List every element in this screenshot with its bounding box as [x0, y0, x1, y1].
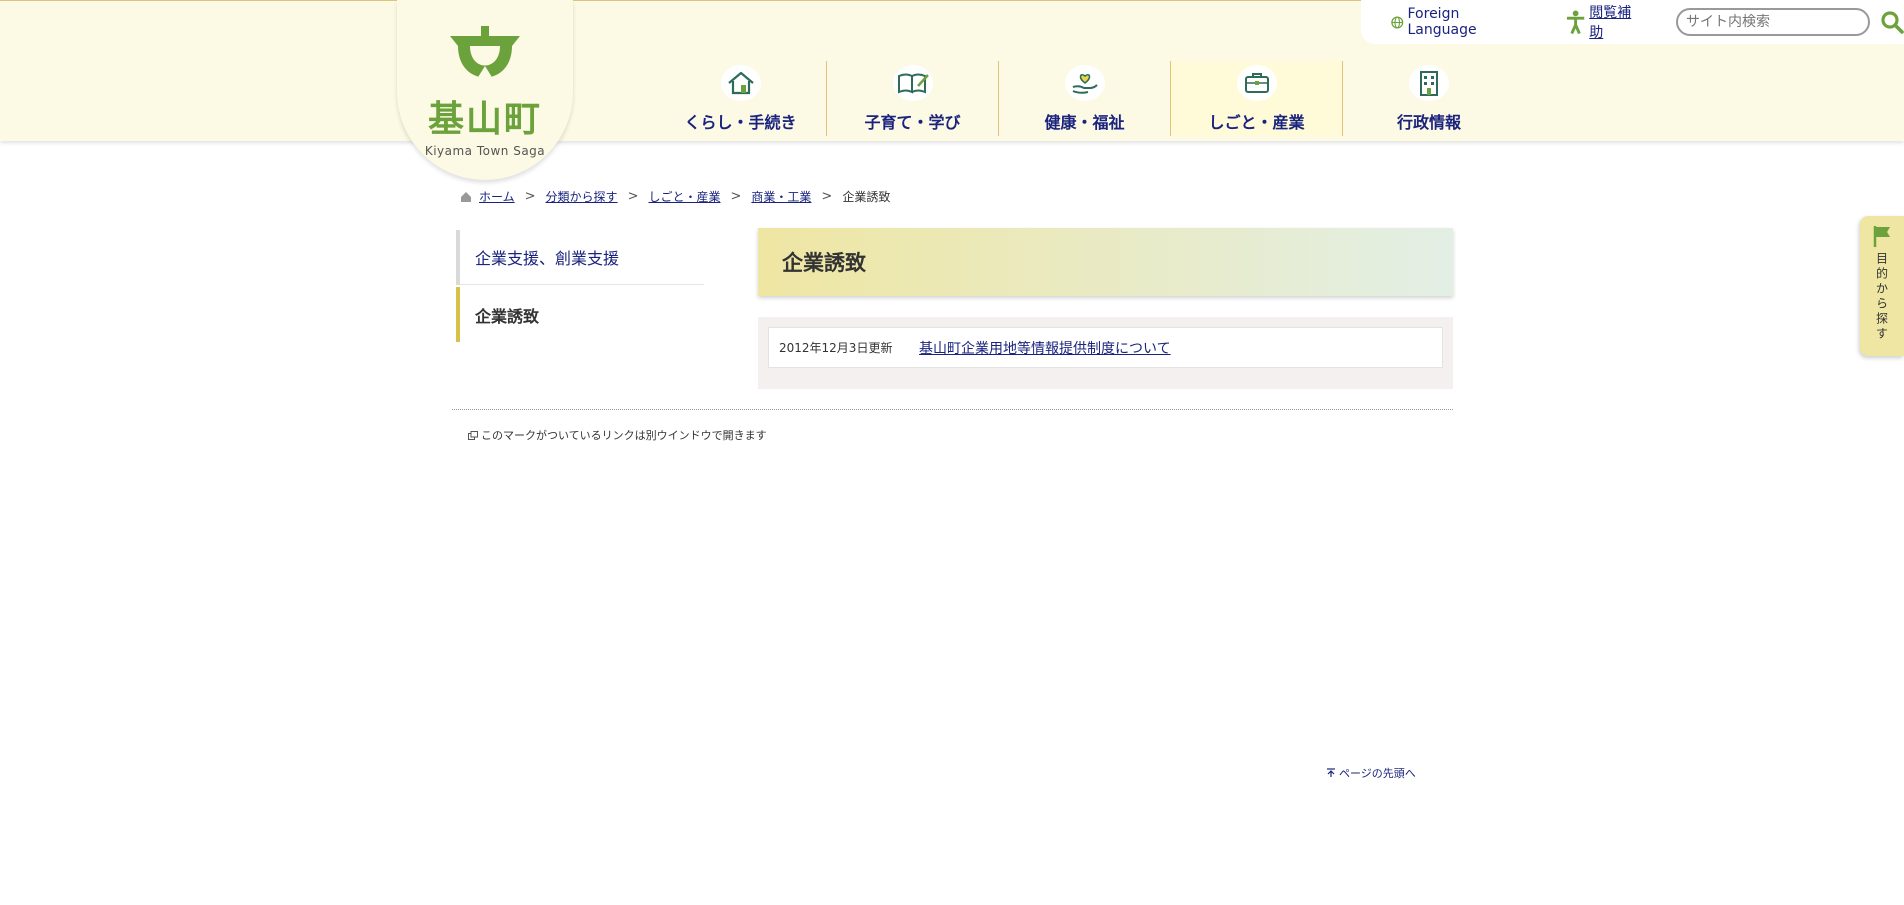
building-icon: [1409, 65, 1449, 101]
arrow-up-icon: [1327, 768, 1335, 777]
foreign-language-label: Foreign Language: [1407, 6, 1477, 38]
side-nav-item-business-support[interactable]: 企業支援、創業支援: [456, 230, 704, 285]
search-button[interactable]: [1880, 10, 1904, 34]
gnav-item-shigoto[interactable]: しごと・産業: [1171, 61, 1343, 136]
article-list: 2012年12月3日更新 基山町企業用地等情報提供制度について: [758, 317, 1453, 389]
gnav-label: 健康・福祉: [1044, 113, 1125, 132]
site-search-input[interactable]: [1676, 8, 1870, 36]
gnav-item-kurashi[interactable]: くらし・手続き: [655, 61, 827, 136]
gnav-item-kenko[interactable]: 健康・福祉: [999, 61, 1171, 136]
browsing-assist-link[interactable]: 閲覧補助: [1566, 2, 1643, 42]
list-item-link[interactable]: 基山町企業用地等情報提供制度について: [919, 338, 1171, 358]
new-window-note: このマークがついているリンクは別ウインドウで開きます: [468, 427, 767, 443]
side-nav: 企業支援、創業支援 企業誘致: [456, 230, 704, 342]
breadcrumb-separator: >: [524, 189, 536, 204]
purpose-tab-label: 目的から探す: [1874, 252, 1889, 342]
house-icon: [720, 65, 761, 101]
logo-subtitle: Kiyama Town Saga: [424, 144, 546, 158]
gnav-label: 子育て・学び: [864, 113, 961, 132]
gnav-label: くらし・手続き: [684, 113, 797, 132]
town-emblem-icon: [448, 26, 522, 86]
global-nav: くらし・手続き 子育て・学び 健康・福祉 しごと・産業 行政情報: [655, 61, 1515, 136]
breadcrumb-home[interactable]: ホーム: [460, 188, 515, 205]
heart-hand-icon: [1064, 65, 1105, 101]
book-pen-icon: [892, 65, 933, 101]
site-logo[interactable]: 基山町 Kiyama Town Saga: [397, 0, 573, 180]
gnav-label: しごと・産業: [1208, 113, 1305, 132]
breadcrumb-separator: >: [627, 189, 639, 204]
list-item-date: 2012年12月3日更新: [779, 341, 893, 355]
breadcrumb-separator: >: [730, 189, 742, 204]
list-item: 2012年12月3日更新 基山町企業用地等情報提供制度について: [768, 327, 1443, 368]
foreign-language-link[interactable]: Foreign Language: [1391, 6, 1528, 38]
gnav-item-kosodate[interactable]: 子育て・学び: [827, 61, 999, 136]
home-icon: [461, 191, 471, 202]
page-top-link[interactable]: ページの先頭へ: [1326, 765, 1416, 781]
flag-icon: [1873, 226, 1890, 247]
new-window-note-text: このマークがついているリンクは別ウインドウで開きます: [481, 429, 767, 442]
logo-text: 基山町: [427, 98, 542, 140]
page-title: 企業誘致: [782, 251, 866, 275]
content-divider: [452, 409, 1453, 410]
breadcrumb-category[interactable]: 分類から探す: [546, 188, 618, 205]
page-top-label: ページの先頭へ: [1339, 767, 1416, 780]
gnav-label: 行政情報: [1396, 113, 1461, 132]
page-title-banner: 企業誘致: [758, 228, 1453, 296]
gnav-item-gyosei[interactable]: 行政情報: [1343, 61, 1515, 136]
breadcrumb-shigoto[interactable]: しごと・産業: [648, 188, 720, 205]
breadcrumb-current: 企業誘致: [842, 190, 891, 204]
accessibility-icon: [1566, 10, 1585, 35]
side-nav-item-invitation: 企業誘致: [456, 287, 704, 342]
breadcrumb-separator: >: [821, 189, 833, 204]
search-icon: [1881, 11, 1904, 34]
utility-bar: Foreign Language 閲覧補助: [1361, 0, 1904, 44]
breadcrumb: ホーム > 分類から探す > しごと・産業 > 商業・工業 > 企業誘致: [460, 188, 890, 205]
browsing-assist-label: 閲覧補助: [1589, 5, 1632, 41]
breadcrumb-commerce[interactable]: 商業・工業: [751, 188, 811, 205]
globe-icon: [1391, 16, 1404, 28]
new-window-icon: [468, 430, 478, 440]
search-by-purpose-tab[interactable]: 目的から探す: [1860, 216, 1904, 356]
breadcrumb-home-label: ホーム: [479, 190, 515, 204]
briefcase-icon: [1236, 65, 1277, 101]
